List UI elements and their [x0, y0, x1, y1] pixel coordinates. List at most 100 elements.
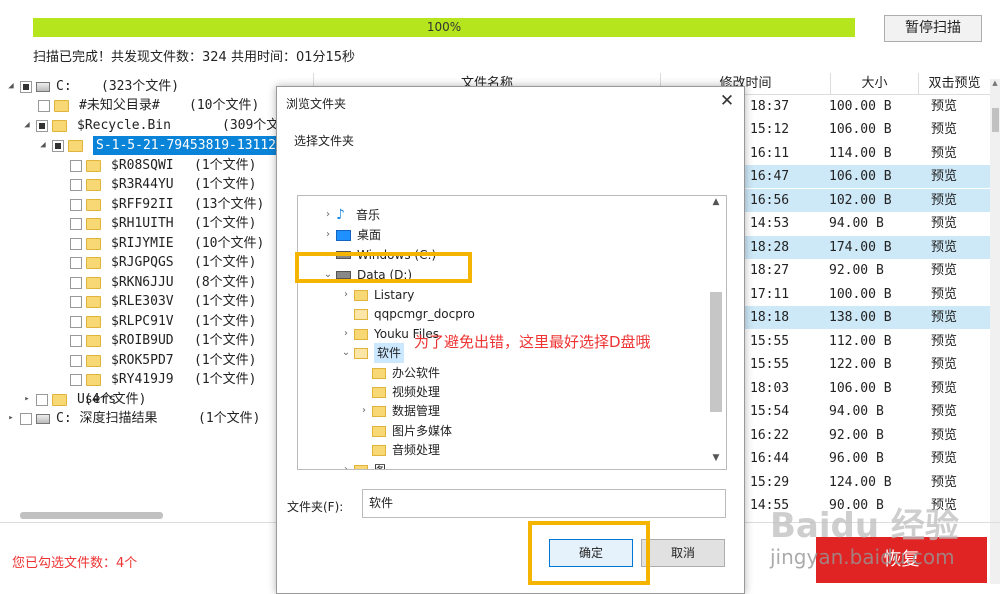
- cell-preview[interactable]: 预览: [931, 142, 957, 165]
- tree-node[interactable]: $RIJYMIE (10个文件): [66, 234, 264, 253]
- checkbox[interactable]: [70, 178, 82, 191]
- table-row[interactable]: 16:47 106.00 B 预览: [745, 165, 990, 188]
- table-row[interactable]: 18:37 100.00 B 预览: [745, 95, 990, 118]
- table-row[interactable]: 15:12 106.00 B 预览: [745, 118, 990, 141]
- checkbox[interactable]: [70, 217, 82, 230]
- tree-node[interactable]: $ROK5PD7 (1个文件): [66, 351, 256, 370]
- cell-preview[interactable]: 预览: [931, 471, 957, 494]
- folder-node-listary[interactable]: › Listary: [338, 285, 414, 305]
- tree-node-selected[interactable]: ◢ S-1-5-21-79453819-131122: [38, 136, 287, 155]
- pause-scan-button[interactable]: 暂停扫描: [884, 15, 982, 42]
- scroll-down-icon[interactable]: ▼: [709, 453, 723, 467]
- expand-arrow-icon[interactable]: ›: [320, 225, 336, 245]
- table-row[interactable]: 18:27 92.00 B 预览: [745, 259, 990, 282]
- cell-preview[interactable]: 预览: [931, 377, 957, 400]
- folder-node-image[interactable]: 图片多媒体: [356, 421, 452, 441]
- collapse-arrow-icon[interactable]: ⌄: [338, 343, 354, 363]
- expand-arrow-icon[interactable]: ›: [320, 205, 336, 225]
- checkbox[interactable]: [36, 393, 48, 406]
- checkbox[interactable]: [70, 334, 82, 347]
- checkbox[interactable]: [20, 412, 32, 425]
- expand-arrow-icon[interactable]: ›: [338, 460, 354, 469]
- checkbox[interactable]: [70, 237, 82, 250]
- tree-node[interactable]: #未知父目录# (10个文件): [34, 96, 259, 115]
- cell-preview[interactable]: 预览: [931, 353, 957, 376]
- expand-arrow-icon[interactable]: ▸: [6, 409, 16, 428]
- cell-preview[interactable]: 预览: [931, 283, 957, 306]
- table-row[interactable]: 18:28 174.00 B 预览: [745, 236, 990, 259]
- checkbox[interactable]: [38, 99, 50, 112]
- table-vertical-scrollbar[interactable]: [990, 79, 1000, 584]
- folder-node-desktop[interactable]: › 桌面: [320, 225, 381, 245]
- folder-node-music[interactable]: › ♪ 音乐: [320, 205, 380, 225]
- checkbox[interactable]: [70, 276, 82, 289]
- tree-node[interactable]: $RKN6JJU (8个文件): [66, 273, 256, 292]
- checkbox[interactable]: [70, 198, 82, 211]
- scrollbar-thumb[interactable]: [992, 108, 999, 132]
- tree-node-drive-c[interactable]: ◢ C: (323个文件): [6, 77, 179, 96]
- cell-preview[interactable]: 预览: [931, 330, 957, 353]
- cell-preview[interactable]: 预览: [931, 259, 957, 282]
- col-header-preview[interactable]: 双击预览: [918, 73, 990, 95]
- tree-node[interactable]: ◢ $Recycle.Bin (309个文件): [22, 116, 300, 135]
- tree-node[interactable]: $ROIB9UD (1个文件): [66, 331, 256, 350]
- folder-node-pic[interactable]: › 图: [338, 460, 386, 469]
- tree-node[interactable]: $RLPC91V (1个文件): [66, 312, 256, 331]
- table-row[interactable]: 18:18 138.00 B 预览: [745, 306, 990, 329]
- scroll-up-icon[interactable]: ▲: [990, 79, 1000, 89]
- table-row[interactable]: 16:56 102.00 B 预览: [745, 189, 990, 212]
- folder-input[interactable]: 软件: [362, 489, 726, 518]
- tree-node[interactable]: $RJGPQGS (1个文件): [66, 253, 256, 272]
- table-row[interactable]: 16:11 114.00 B 预览: [745, 142, 990, 165]
- folder-node-office[interactable]: 办公软件: [356, 363, 440, 383]
- tree-node[interactable]: $RFF92II (13个文件): [66, 195, 264, 214]
- checkbox[interactable]: [20, 80, 32, 93]
- table-row[interactable]: 14:53 94.00 B 预览: [745, 212, 990, 235]
- expand-arrow-icon[interactable]: ▸: [22, 390, 32, 409]
- cell-preview[interactable]: 预览: [931, 400, 957, 423]
- checkbox[interactable]: [70, 159, 82, 172]
- expand-arrow-icon[interactable]: ›: [338, 285, 354, 305]
- checkbox[interactable]: [52, 139, 64, 152]
- col-header-size[interactable]: 大小: [830, 73, 918, 95]
- checkbox[interactable]: [36, 119, 48, 132]
- checkbox[interactable]: [70, 295, 82, 308]
- folder-node-qqpcmgr[interactable]: qqpcmgr_docpro: [338, 304, 475, 324]
- table-row[interactable]: 16:44 96.00 B 预览: [745, 447, 990, 470]
- table-row[interactable]: 15:54 94.00 B 预览: [745, 400, 990, 423]
- checkbox[interactable]: [70, 315, 82, 328]
- cell-preview[interactable]: 预览: [931, 236, 957, 259]
- tree-node[interactable]: $R3R44YU (1个文件): [66, 175, 256, 194]
- close-icon[interactable]: ✕: [717, 91, 737, 111]
- expand-arrow-icon[interactable]: ◢: [38, 136, 48, 155]
- table-row[interactable]: 15:29 124.00 B 预览: [745, 471, 990, 494]
- expand-arrow-icon[interactable]: ›: [338, 324, 354, 344]
- cell-preview[interactable]: 预览: [931, 424, 957, 447]
- table-row[interactable]: 16:22 92.00 B 预览: [745, 424, 990, 447]
- expand-arrow-icon[interactable]: ›: [356, 401, 372, 421]
- cell-preview[interactable]: 预览: [931, 189, 957, 212]
- tree-node[interactable]: $RH1UITH (1个文件): [66, 214, 256, 233]
- folder-node-dataman[interactable]: › 数据管理: [356, 401, 440, 421]
- cell-preview[interactable]: 预览: [931, 212, 957, 235]
- table-row[interactable]: 17:11 100.00 B 预览: [745, 283, 990, 306]
- tree-node[interactable]: $RLE303V (1个文件): [66, 292, 256, 311]
- cell-preview[interactable]: 预览: [931, 118, 957, 141]
- checkbox[interactable]: [70, 354, 82, 367]
- folder-node-video[interactable]: 视频处理: [356, 382, 440, 402]
- dialog-scrollbar-thumb[interactable]: [710, 292, 722, 412]
- cancel-button[interactable]: 取消: [641, 539, 725, 567]
- cell-preview[interactable]: 预览: [931, 165, 957, 188]
- table-row[interactable]: 15:55 112.00 B 预览: [745, 330, 990, 353]
- tree-node-deep-scan[interactable]: ▸ C: 深度扫描结果 (1个文件): [6, 409, 260, 428]
- tree-node[interactable]: $RY419J9 (1个文件): [66, 370, 256, 389]
- table-row[interactable]: 15:55 122.00 B 预览: [745, 353, 990, 376]
- cell-preview[interactable]: 预览: [931, 306, 957, 329]
- tree-node[interactable]: $R08SQWI (1个文件): [66, 156, 256, 175]
- tree-node[interactable]: ▸ Users (4个文件): [22, 390, 146, 409]
- folder-node-audio[interactable]: 音频处理: [356, 440, 440, 460]
- checkbox[interactable]: [70, 256, 82, 269]
- checkbox[interactable]: [70, 373, 82, 386]
- tree-horizontal-scrollbar[interactable]: [20, 512, 163, 519]
- folder-node-software[interactable]: ⌄ 软件: [338, 343, 405, 363]
